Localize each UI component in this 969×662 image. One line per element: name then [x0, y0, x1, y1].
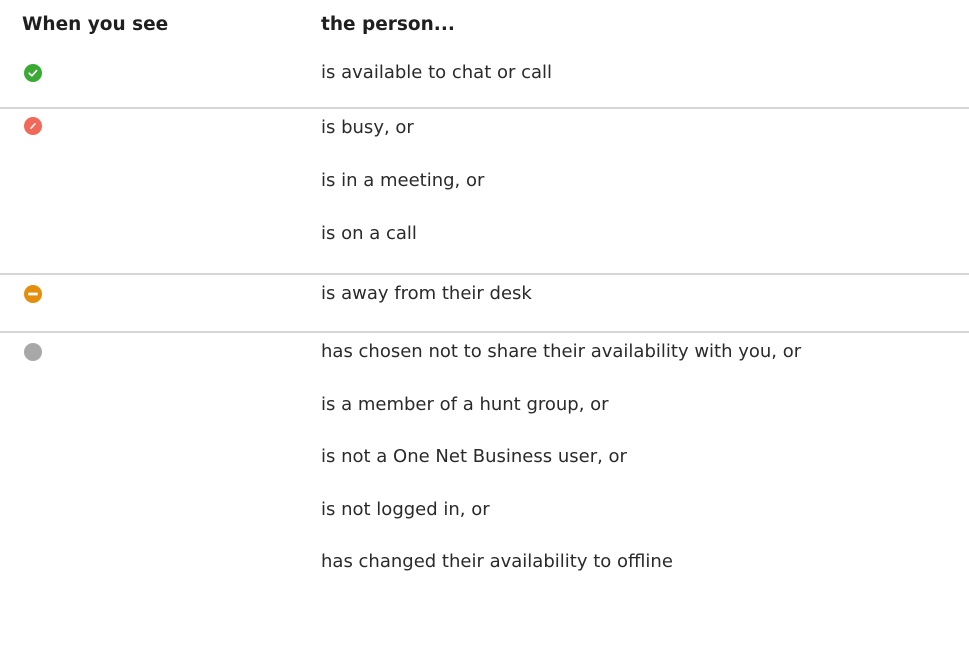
- table-row-available: is available to chat or call: [0, 56, 969, 109]
- status-description: is on a call: [321, 223, 417, 244]
- status-description: is available to chat or call: [321, 62, 553, 83]
- table-row-offline: has chosen not to share their availabili…: [0, 333, 969, 615]
- away-minus-icon: [24, 285, 42, 303]
- status-description: is not logged in, or: [321, 499, 490, 520]
- status-description: has chosen not to share their availabili…: [321, 341, 802, 362]
- table-header: When you see the person...: [0, 0, 969, 56]
- header-when-you-see: When you see: [22, 14, 169, 35]
- available-check-icon: [24, 64, 42, 82]
- status-description: is in a meeting, or: [321, 170, 485, 191]
- table-row-busy: is busy, or is in a meeting, or is on a …: [0, 109, 969, 275]
- status-description: is busy, or: [321, 117, 414, 138]
- presence-status-table: When you see the person... is available …: [0, 0, 969, 615]
- status-description: is not a One Net Business user, or: [321, 446, 627, 467]
- offline-dot-icon: [24, 343, 42, 361]
- table-row-away: is away from their desk: [0, 275, 969, 333]
- status-description: has changed their availability to offlin…: [321, 551, 673, 572]
- status-description: is a member of a hunt group, or: [321, 394, 609, 415]
- status-description: is away from their desk: [321, 283, 532, 304]
- header-the-person: the person...: [321, 14, 455, 35]
- busy-slash-icon: [24, 117, 42, 135]
